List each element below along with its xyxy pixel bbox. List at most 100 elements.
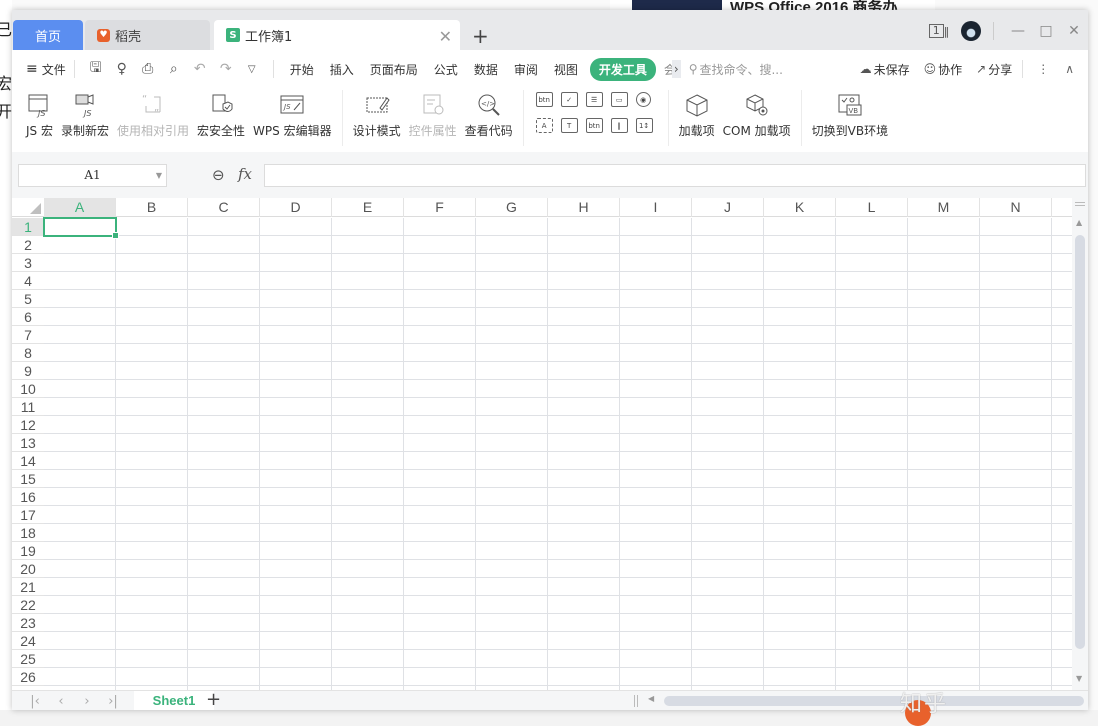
row-header-19[interactable]: 19 [12, 542, 44, 560]
row-header-12[interactable]: 12 [12, 416, 44, 434]
record-macro-button[interactable]: JS 录制新宏 [57, 88, 113, 139]
row-header-4[interactable]: 4 [12, 272, 44, 290]
menu-tab-data[interactable]: 数据 [474, 61, 498, 78]
row-header-15[interactable]: 15 [12, 470, 44, 488]
zoom-out-icon[interactable]: ⊖ [212, 166, 225, 184]
undo-icon[interactable]: ↶ [192, 61, 208, 77]
command-search-input[interactable]: ⚲ 查找命令、搜... [689, 61, 783, 78]
column-header-m[interactable]: M [908, 198, 980, 217]
column-header-k[interactable]: K [764, 198, 836, 217]
menu-tab-view[interactable]: 视图 [554, 61, 578, 78]
sheet-tab-sheet1[interactable]: Sheet1 [134, 691, 214, 710]
next-sheet-icon[interactable]: › [74, 694, 100, 709]
label-control-icon[interactable]: A [535, 118, 553, 133]
format-painter-icon[interactable]: ♀ [114, 61, 130, 77]
menu-tab-review[interactable]: 审阅 [514, 61, 538, 78]
scroll-left-icon[interactable]: ◀ [648, 694, 654, 703]
row-header-7[interactable]: 7 [12, 326, 44, 344]
formula-input[interactable] [264, 164, 1086, 187]
collapse-ribbon-icon[interactable]: ∧ [1065, 62, 1074, 76]
chevron-down-icon[interactable]: ▼ [156, 165, 162, 186]
com-addins-button[interactable]: COM 加载项 [719, 88, 795, 139]
window-count-button[interactable]: 1 ‖ [927, 23, 951, 39]
close-window-icon[interactable]: ✕ [1060, 23, 1088, 39]
row-header-21[interactable]: 21 [12, 578, 44, 596]
row-header-25[interactable]: 25 [12, 650, 44, 668]
name-box[interactable]: A1 ▼ [18, 164, 167, 187]
more-tabs-chevron-icon[interactable]: › [671, 60, 681, 78]
cell-area[interactable] [44, 218, 1072, 690]
last-sheet-icon[interactable]: ›| [100, 694, 126, 709]
row-header-8[interactable]: 8 [12, 344, 44, 362]
row-header-1[interactable]: 1 [12, 218, 44, 236]
scroll-up-icon[interactable]: ▲ [1076, 218, 1082, 227]
column-header-e[interactable]: E [332, 198, 404, 217]
insert-function-button[interactable]: fx [238, 165, 252, 183]
relative-reference-button[interactable]: “” 使用相对引用 [113, 88, 193, 139]
avatar[interactable] [961, 21, 981, 41]
maximize-icon[interactable]: □ [1032, 23, 1060, 39]
js-macro-button[interactable]: JS JS 宏 [22, 88, 57, 139]
row-header-11[interactable]: 11 [12, 398, 44, 416]
tab-workbook[interactable]: S 工作簿1 ✕ [214, 20, 460, 50]
row-header-20[interactable]: 20 [12, 560, 44, 578]
row-header-18[interactable]: 18 [12, 524, 44, 542]
row-header-3[interactable]: 3 [12, 254, 44, 272]
column-header-i[interactable]: I [620, 198, 692, 217]
minimize-icon[interactable]: — [1004, 23, 1032, 39]
prev-sheet-icon[interactable]: ‹ [48, 694, 74, 709]
switch-vb-button[interactable]: VB 切换到VB环境 [808, 88, 892, 139]
first-sheet-icon[interactable]: |‹ [22, 694, 48, 709]
row-header-24[interactable]: 24 [12, 632, 44, 650]
new-tab-button[interactable]: + [472, 24, 489, 48]
menu-tab-member[interactable]: 会 [664, 61, 672, 78]
row-header-9[interactable]: 9 [12, 362, 44, 380]
menu-tab-developer[interactable]: 开发工具 [589, 57, 656, 81]
scrollbar-control-icon[interactable]: ‖ [610, 118, 628, 133]
column-header-f[interactable]: F [404, 198, 476, 217]
row-header-22[interactable]: 22 [12, 596, 44, 614]
row-header-5[interactable]: 5 [12, 290, 44, 308]
print-icon[interactable]: ⎙ [140, 61, 156, 77]
macro-security-button[interactable]: 宏安全性 [193, 88, 249, 139]
save-icon[interactable]: 🖫 [88, 57, 104, 81]
select-all-corner[interactable] [12, 198, 44, 217]
spinner-control-icon[interactable]: 1↕ [635, 118, 653, 133]
column-header-n[interactable]: N [980, 198, 1052, 217]
toggle-button-control-icon[interactable]: btn [585, 118, 603, 133]
redo-icon[interactable]: ↷ [218, 61, 234, 77]
frame-control-icon[interactable]: ▭ [610, 92, 628, 107]
horizontal-split-handle[interactable] [634, 695, 638, 707]
close-tab-icon[interactable]: ✕ [439, 27, 452, 46]
design-mode-button[interactable]: 设计模式 [349, 88, 405, 139]
button-control-icon[interactable]: btn [535, 92, 553, 107]
menu-tab-insert[interactable]: 插入 [330, 61, 354, 78]
menu-tab-formulas[interactable]: 公式 [434, 61, 458, 78]
column-header-b[interactable]: B [116, 198, 188, 217]
unsaved-status-button[interactable]: ☁ 未保存 [860, 61, 910, 78]
combobox-control-icon[interactable]: ☰ [585, 92, 603, 107]
menu-tab-home[interactable]: 开始 [290, 61, 314, 78]
row-header-13[interactable]: 13 [12, 434, 44, 452]
active-cell-a1[interactable] [43, 217, 119, 239]
column-header-g[interactable]: G [476, 198, 548, 217]
menu-tab-page-layout[interactable]: 页面布局 [370, 61, 418, 78]
add-sheet-button[interactable]: + [206, 689, 221, 710]
row-header-23[interactable]: 23 [12, 614, 44, 632]
column-header-l[interactable]: L [836, 198, 908, 217]
scroll-down-icon[interactable]: ▼ [1076, 674, 1082, 683]
textbox-control-icon[interactable]: T [560, 118, 578, 133]
column-header-j[interactable]: J [692, 198, 764, 217]
row-header-10[interactable]: 10 [12, 380, 44, 398]
column-header-d[interactable]: D [260, 198, 332, 217]
split-handle-icon[interactable] [1075, 202, 1085, 206]
row-header-2[interactable]: 2 [12, 236, 44, 254]
collaborate-button[interactable]: ☺ 协作 [924, 61, 963, 78]
row-header-6[interactable]: 6 [12, 308, 44, 326]
row-header-17[interactable]: 17 [12, 506, 44, 524]
addins-button[interactable]: 加载项 [675, 88, 719, 139]
control-properties-button[interactable]: 控件属性 [405, 88, 461, 139]
row-header-16[interactable]: 16 [12, 488, 44, 506]
row-header-26[interactable]: 26 [12, 668, 44, 686]
column-header-a[interactable]: A [44, 198, 116, 217]
